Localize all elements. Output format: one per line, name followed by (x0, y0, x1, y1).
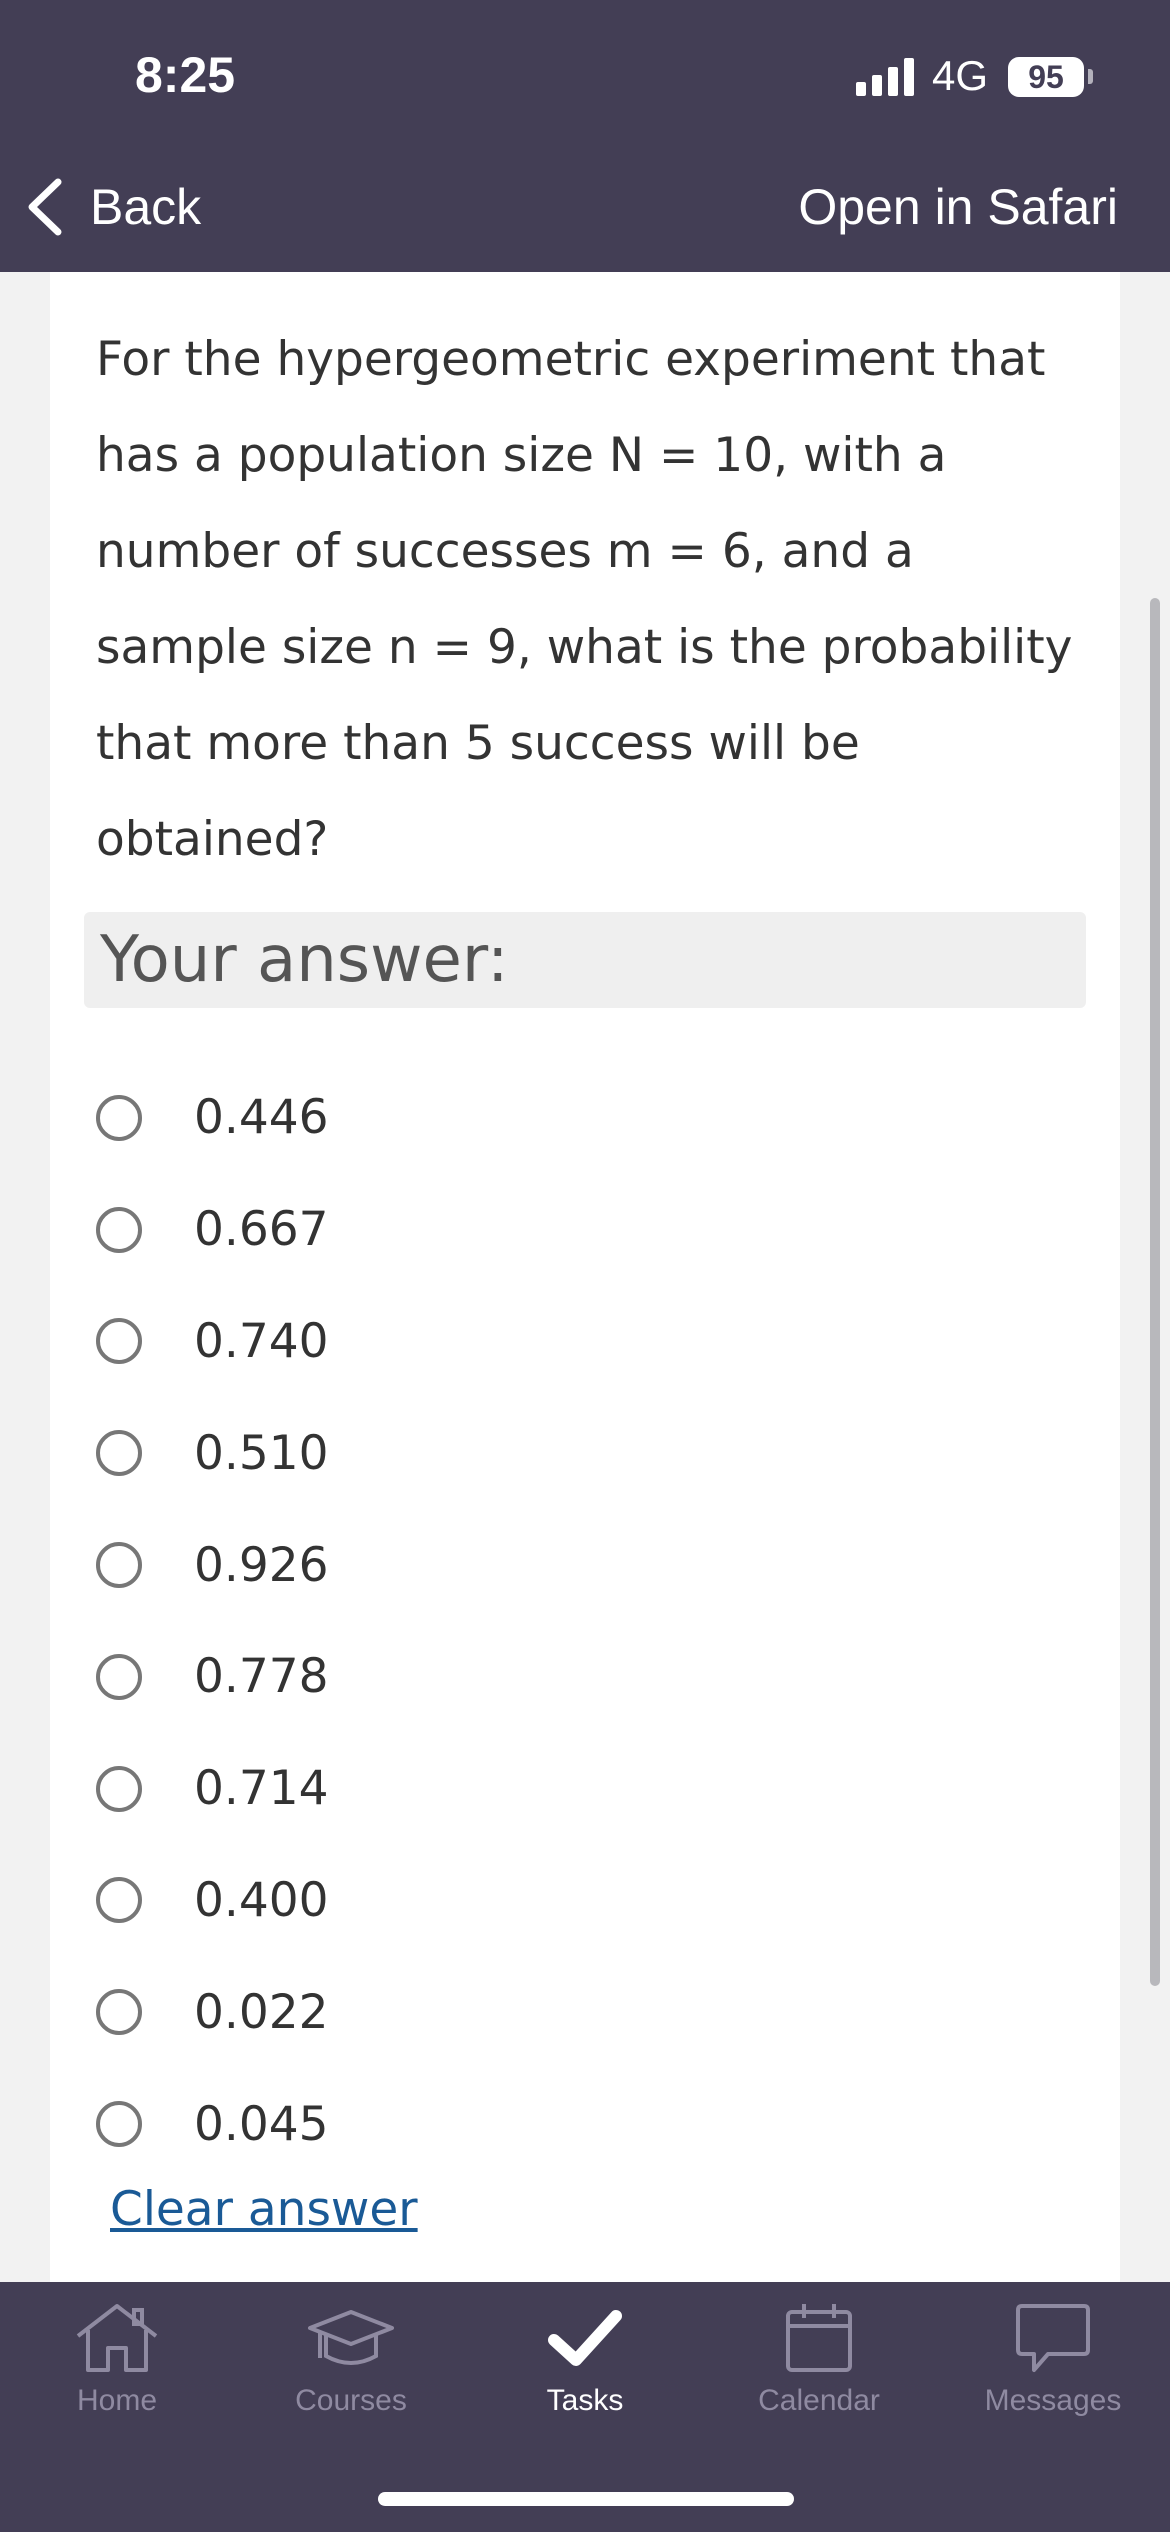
home-indicator[interactable] (378, 2492, 794, 2506)
radio-button[interactable] (96, 1765, 142, 1812)
calendar-icon (786, 2304, 852, 2372)
radio-button[interactable] (96, 1206, 142, 1253)
answer-option[interactable]: 0.926 (96, 1509, 1076, 1621)
answer-option[interactable]: 0.400 (96, 1845, 1076, 1957)
option-label: 0.045 (194, 2096, 329, 2152)
answer-option[interactable]: 0.667 (96, 1174, 1076, 1286)
tab-messages[interactable]: Messages (936, 2300, 1170, 2440)
clear-answer-link[interactable]: Clear answer (110, 2182, 418, 2237)
status-bar: 8:25 4G 95 (0, 0, 1170, 150)
answer-option[interactable]: 0.446 (96, 1062, 1076, 1174)
question-card: For the hypergeometric experiment that h… (50, 272, 1120, 2282)
scrollbar[interactable] (1150, 598, 1160, 1986)
status-time: 8:25 (135, 47, 236, 103)
back-button[interactable]: Back (24, 172, 201, 242)
answer-option[interactable]: 0.778 (96, 1621, 1076, 1733)
option-label: 0.446 (194, 1090, 329, 1146)
signal-strength-icon (856, 58, 916, 96)
tab-home[interactable]: Home (0, 2300, 234, 2440)
tab-label: Tasks (546, 2384, 624, 2417)
open-in-safari-button[interactable]: Open in Safari (798, 172, 1118, 242)
option-label: 0.926 (194, 1537, 329, 1593)
option-label: 0.740 (194, 1313, 329, 1369)
radio-button[interactable] (96, 2101, 142, 2148)
radio-button[interactable] (96, 1318, 142, 1365)
tab-label: Calendar (758, 2384, 880, 2417)
tab-label: Courses (295, 2384, 407, 2417)
nav-bar: Back Open in Safari (0, 150, 1170, 272)
chat-bubble-icon (1016, 2304, 1090, 2372)
answer-option[interactable]: 0.045 (96, 2068, 1076, 2180)
answer-option[interactable]: 0.740 (96, 1286, 1076, 1398)
radio-button[interactable] (96, 1989, 142, 2036)
radio-button[interactable] (96, 1877, 142, 1924)
radio-button[interactable] (96, 1542, 142, 1589)
network-type: 4G (932, 52, 989, 99)
checkmark-icon (548, 2310, 622, 2366)
answer-option[interactable]: 0.022 (96, 1956, 1076, 2068)
tab-tasks[interactable]: Tasks (468, 2300, 702, 2440)
tab-label: Home (76, 2384, 158, 2417)
answer-option[interactable]: 0.510 (96, 1397, 1076, 1509)
back-label: Back (90, 179, 202, 235)
option-label: 0.714 (194, 1761, 329, 1817)
option-label: 0.022 (194, 1984, 329, 2040)
radio-button[interactable] (96, 1653, 142, 1700)
home-icon (76, 2304, 158, 2372)
answer-option[interactable]: 0.714 (96, 1733, 1076, 1845)
tab-courses[interactable]: Courses (234, 2300, 468, 2440)
tab-label: Messages (984, 2384, 1122, 2417)
answer-heading: Your answer: (84, 912, 1086, 1008)
radio-button[interactable] (96, 1094, 142, 1141)
battery-icon: 95 (1008, 57, 1084, 97)
radio-button[interactable] (96, 1430, 142, 1477)
graduation-cap-icon (308, 2310, 394, 2365)
battery-tip (1088, 69, 1093, 84)
option-label: 0.510 (194, 1425, 329, 1481)
tab-calendar[interactable]: Calendar (702, 2300, 936, 2440)
chevron-left-icon (28, 178, 62, 236)
option-label: 0.667 (194, 1202, 329, 1258)
question-text: For the hypergeometric experiment that h… (96, 332, 1073, 867)
option-label: 0.778 (194, 1649, 329, 1705)
answer-options: 0.446 0.667 0.740 0.510 0.926 0.778 0.71… (96, 1062, 1076, 2180)
option-label: 0.400 (194, 1872, 329, 1928)
